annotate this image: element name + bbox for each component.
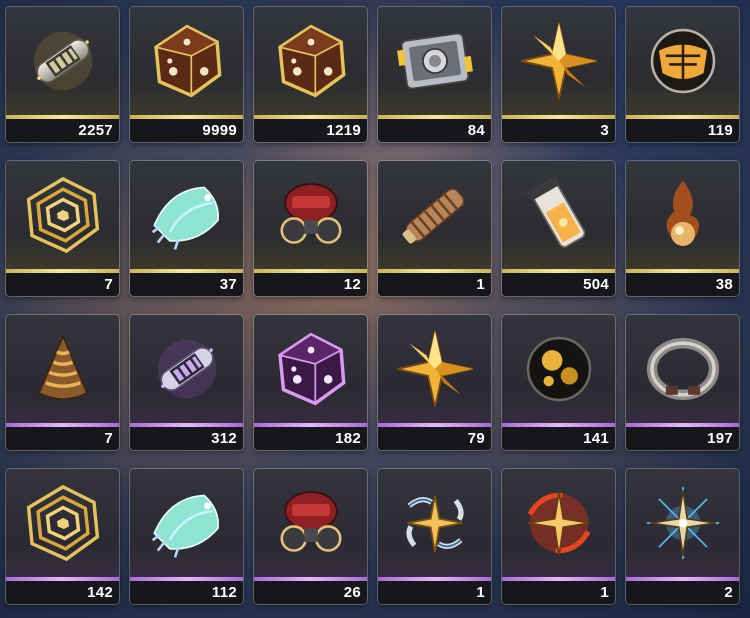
item-icon-area	[130, 315, 243, 423]
item-count: 7	[6, 273, 119, 296]
item-slot[interactable]: 7	[6, 161, 119, 296]
item-slot[interactable]: 112	[130, 469, 243, 604]
item-count: 182	[254, 427, 367, 450]
item-count: 38	[626, 273, 739, 296]
item-count: 142	[6, 581, 119, 604]
item-count: 2257	[6, 119, 119, 142]
item-icon-area	[130, 7, 243, 115]
item-icon-area	[626, 315, 739, 423]
item-icon-area	[254, 469, 367, 577]
item-slot[interactable]: 3	[502, 7, 615, 142]
red-star-burst-icon	[527, 491, 590, 556]
item-count: 1219	[254, 119, 367, 142]
item-count: 2	[626, 581, 739, 604]
golden-spiral-web-icon	[26, 484, 99, 562]
item-count: 197	[626, 427, 739, 450]
item-icon-area	[130, 161, 243, 269]
item-slot[interactable]: 9999	[130, 7, 243, 142]
crystal-shell-icon	[151, 494, 219, 558]
item-slot[interactable]: 84	[378, 7, 491, 142]
dark-gold-orb-icon	[526, 336, 591, 402]
item-slot[interactable]: 1	[378, 469, 491, 604]
item-count: 1	[378, 581, 491, 604]
purple-capsule-icon	[157, 339, 216, 399]
item-count: 84	[378, 119, 491, 142]
item-count: 1	[502, 581, 615, 604]
red-gas-mask-icon	[279, 491, 342, 552]
bronze-cylinder-icon	[402, 188, 465, 244]
item-count: 9999	[130, 119, 243, 142]
item-slot[interactable]: 38	[626, 161, 739, 296]
item-icon-area	[378, 7, 491, 115]
item-icon-area	[502, 161, 615, 269]
item-count: 141	[502, 427, 615, 450]
item-icon-area	[626, 7, 739, 115]
item-icon-area	[378, 161, 491, 269]
gold-dice-core-icon	[277, 24, 345, 98]
item-count: 26	[254, 581, 367, 604]
item-count: 312	[130, 427, 243, 450]
spiral-cone-icon	[37, 334, 88, 400]
item-slot[interactable]: 7	[6, 315, 119, 450]
item-slot[interactable]: 12	[254, 161, 367, 296]
item-icon-area	[502, 7, 615, 115]
item-slot[interactable]: 141	[502, 315, 615, 450]
item-icon-area	[6, 315, 119, 423]
item-count: 119	[626, 119, 739, 142]
blue-star-burst-icon	[646, 486, 719, 560]
gold-capsule-icon	[33, 31, 92, 91]
item-slot[interactable]: 312	[130, 315, 243, 450]
gold-star-shard-icon	[396, 330, 473, 408]
item-icon-area	[6, 7, 119, 115]
golden-spiral-web-icon	[26, 176, 99, 254]
item-slot[interactable]: 197	[626, 315, 739, 450]
item-icon-area	[254, 161, 367, 269]
item-count: 7	[6, 427, 119, 450]
item-icon-area	[130, 469, 243, 577]
item-slot[interactable]: 2	[626, 469, 739, 604]
item-slot[interactable]: 1219	[254, 7, 367, 142]
item-slot[interactable]: 2257	[6, 7, 119, 142]
item-icon-area	[502, 315, 615, 423]
purple-dice-core-icon	[277, 332, 345, 406]
crystal-shell-icon	[151, 186, 219, 250]
gold-star-shard-icon	[520, 22, 597, 100]
device-module-icon	[396, 32, 473, 90]
item-icon-area	[626, 161, 739, 269]
item-icon-area	[254, 7, 367, 115]
item-count: 79	[378, 427, 491, 450]
gold-dice-core-icon	[153, 24, 221, 98]
item-slot[interactable]: 79	[378, 315, 491, 450]
item-icon-area	[626, 469, 739, 577]
inventory-grid: 2257 9999 1219 84 3 119 7 37 12 1 504 38…	[6, 7, 739, 604]
item-slot[interactable]: 1	[502, 469, 615, 604]
item-icon-area	[6, 161, 119, 269]
item-slot[interactable]: 1	[378, 161, 491, 296]
item-icon-area	[502, 469, 615, 577]
item-count: 1	[378, 273, 491, 296]
red-gas-mask-icon	[279, 183, 342, 244]
item-icon-area	[254, 315, 367, 423]
liquid-vial-icon	[525, 175, 585, 248]
item-count: 504	[502, 273, 615, 296]
item-slot[interactable]: 37	[130, 161, 243, 296]
item-slot[interactable]: 182	[254, 315, 367, 450]
item-icon-area	[378, 469, 491, 577]
item-count: 112	[130, 581, 243, 604]
item-slot[interactable]: 26	[254, 469, 367, 604]
silver-star-burst-icon	[405, 495, 464, 553]
metal-ring-icon	[646, 338, 719, 400]
item-icon-area	[6, 469, 119, 577]
item-slot[interactable]: 119	[626, 7, 739, 142]
item-slot[interactable]: 142	[6, 469, 119, 604]
item-icon-area	[378, 315, 491, 423]
gold-orb-icon	[650, 28, 715, 94]
item-count: 3	[502, 119, 615, 142]
item-slot[interactable]: 504	[502, 161, 615, 296]
item-count: 37	[130, 273, 243, 296]
item-count: 12	[254, 273, 367, 296]
flame-orb-icon	[666, 180, 699, 246]
